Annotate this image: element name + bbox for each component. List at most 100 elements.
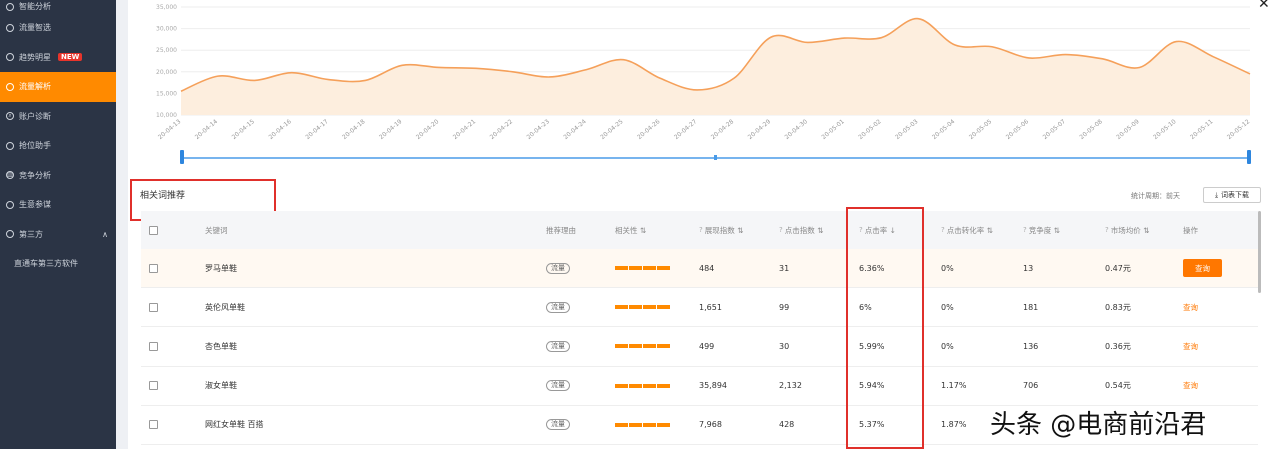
y-tick-label: 20,000 (156, 69, 177, 76)
price-cell: 0.36元 (1105, 341, 1131, 351)
traffic-trend-chart: 10,000 15,000 20,000 25,000 30,000 35,000 20-0… (156, 4, 1251, 164)
x-tick-label: 20-04-21 (452, 118, 478, 141)
y-tick-label: 15,000 (156, 90, 177, 97)
bar-chart-icon: ▥ (6, 171, 14, 180)
sidebar-item-label: 智能分析 (19, 2, 51, 11)
competition-cell: 13 (1023, 263, 1034, 273)
x-tick-label: 20-04-28 (710, 118, 736, 141)
sidebar-item-label: 流量解析 (19, 82, 51, 92)
download-icon: ⤓ (1214, 190, 1219, 199)
circle-icon (6, 53, 14, 62)
sidebar-item-label: 竞争分析 (19, 170, 51, 180)
reason-tag: 流量 (546, 380, 570, 392)
impressions-cell: 484 (699, 263, 715, 273)
range-center-grip (714, 155, 717, 160)
x-tick-label: 20-05-03 (894, 118, 920, 141)
close-icon[interactable]: ✕ (1258, 0, 1269, 12)
scrollbar[interactable] (1258, 211, 1261, 293)
competition-cell: 181 (1023, 302, 1039, 312)
clicks-cell: 428 (779, 420, 795, 430)
cvr-cell: 1.17% (941, 381, 967, 391)
table-row: 淑女单鞋 流量 35,894 2,132 5.94% 1.17% 706 0.54元 查询 (141, 366, 1258, 406)
reason-tag: 流量 (546, 262, 570, 274)
reason-tag: 流量 (546, 301, 570, 313)
area-fill (181, 18, 1250, 115)
x-tick-label: 20-05-02 (857, 118, 883, 141)
sidebar-item-7[interactable]: 生意参谋 (0, 190, 116, 220)
x-tick-label: 20-04-27 (673, 118, 699, 141)
sidebar-item-label: 生意参谋 (19, 200, 51, 210)
sidebar-item-4[interactable]: ⌕ 账户诊断 (0, 102, 116, 132)
x-tick-label: 20-05-11 (1189, 118, 1215, 141)
keyword-cell: 杏色单鞋 (205, 341, 237, 351)
impressions-cell: 1,651 (699, 302, 722, 312)
keyword-cell: 淑女单鞋 (205, 381, 237, 391)
header-relevance[interactable]: 相关性 ⇅ (615, 225, 699, 236)
sidebar-item-label: 流量智选 (19, 23, 51, 33)
circle-icon (6, 82, 14, 91)
sidebar-item-label: 趋势明星 (19, 52, 51, 62)
competition-cell: 706 (1023, 381, 1039, 391)
sidebar-item-6[interactable]: ▥ 竞争分析 (0, 161, 116, 191)
x-tick-label: 20-04-16 (268, 118, 294, 141)
x-tick-label: 20-04-25 (599, 118, 625, 141)
query-button[interactable]: 查询 (1183, 302, 1198, 313)
query-button[interactable]: 查询 (1183, 380, 1198, 391)
sidebar-item-2[interactable]: 趋势明星 NEW (0, 43, 116, 73)
header-price[interactable]: ? 市场均价 ⇅ (1105, 225, 1183, 236)
x-tick-label: 20-04-29 (747, 118, 773, 141)
x-tick-label: 20-04-13 (157, 118, 183, 141)
x-tick-label: 20-05-07 (1042, 118, 1068, 141)
clicks-cell: 2,132 (779, 381, 802, 391)
row-checkbox[interactable] (149, 263, 158, 273)
sidebar-menu: 智能分析流量智选趋势明星 NEW 流量解析 ⌕ 账户诊断抢位助手 ▥ 竞争分析生意参谋第三方… (0, 0, 116, 278)
y-tick-label: 35,000 (156, 4, 177, 11)
header-reason: 推荐理由 (546, 225, 576, 235)
reason-tag: 流量 (546, 340, 570, 352)
table-row: 英伦风单鞋 流量 1,651 99 6% 0% 181 0.83元 查询 (141, 288, 1258, 328)
clicks-cell: 31 (779, 263, 790, 273)
x-tick-label: 20-04-26 (636, 118, 662, 141)
table-row: 杏色单鞋 流量 499 30 5.99% 0% 136 0.36元 查询 (141, 327, 1258, 367)
sidebar-item-1[interactable]: 流量智选 (0, 13, 116, 43)
header-competition[interactable]: ? 竞争度 ⇅ (1023, 225, 1105, 236)
x-tick-label: 20-05-10 (1152, 118, 1178, 141)
sidebar-subitem[interactable]: 直通车第三方软件 (0, 249, 116, 278)
x-tick-label: 20-05-06 (1005, 118, 1031, 141)
relevance-bar (615, 266, 670, 271)
x-tick-label: 20-04-30 (784, 118, 810, 141)
cvr-cell: 1.87% (941, 420, 967, 430)
download-label: 词表下载 (1221, 191, 1250, 199)
header-keyword: 关键词 (205, 225, 228, 235)
keyword-cell: 英伦风单鞋 (205, 302, 245, 312)
row-checkbox[interactable] (149, 381, 158, 391)
x-tick-label: 20-04-17 (304, 118, 330, 141)
x-tick-label: 20-04-18 (341, 118, 367, 141)
x-tick-label: 20-04-19 (378, 118, 404, 141)
circle-icon (6, 2, 14, 11)
sidebar-item-8[interactable]: 第三方 ∧ (0, 220, 116, 250)
x-tick-label: 20-04-24 (562, 118, 588, 141)
clicks-cell: 30 (779, 341, 790, 351)
header-impressions[interactable]: ? 展现指数 ⇅ (699, 225, 779, 236)
circle-icon (6, 141, 14, 150)
row-checkbox[interactable] (149, 341, 158, 351)
row-checkbox[interactable] (149, 302, 158, 312)
relevance-bar (615, 383, 670, 388)
row-checkbox[interactable] (149, 420, 158, 430)
x-tick-label: 20-04-20 (415, 118, 441, 141)
circle-icon (6, 200, 14, 209)
select-all-checkbox[interactable] (149, 225, 158, 235)
sidebar-item-5[interactable]: 抢位助手 (0, 131, 116, 161)
sidebar-item-0[interactable]: 智能分析 (0, 0, 116, 13)
sidebar-item-3[interactable]: 流量解析 (0, 72, 116, 102)
keyword-cell: 罗马单鞋 (205, 263, 237, 273)
x-tick-label: 20-05-01 (820, 118, 846, 141)
sidebar-item-label: 抢位助手 (19, 141, 51, 151)
header-cvr[interactable]: ? 点击转化率 ⇅ (941, 225, 1023, 236)
price-cell: 0.54元 (1105, 381, 1131, 391)
query-button[interactable]: 查询 (1183, 341, 1198, 352)
query-button[interactable]: 查询 (1183, 259, 1222, 278)
impressions-cell: 499 (699, 341, 715, 351)
download-button[interactable]: ⤓ 词表下载 (1203, 187, 1261, 203)
